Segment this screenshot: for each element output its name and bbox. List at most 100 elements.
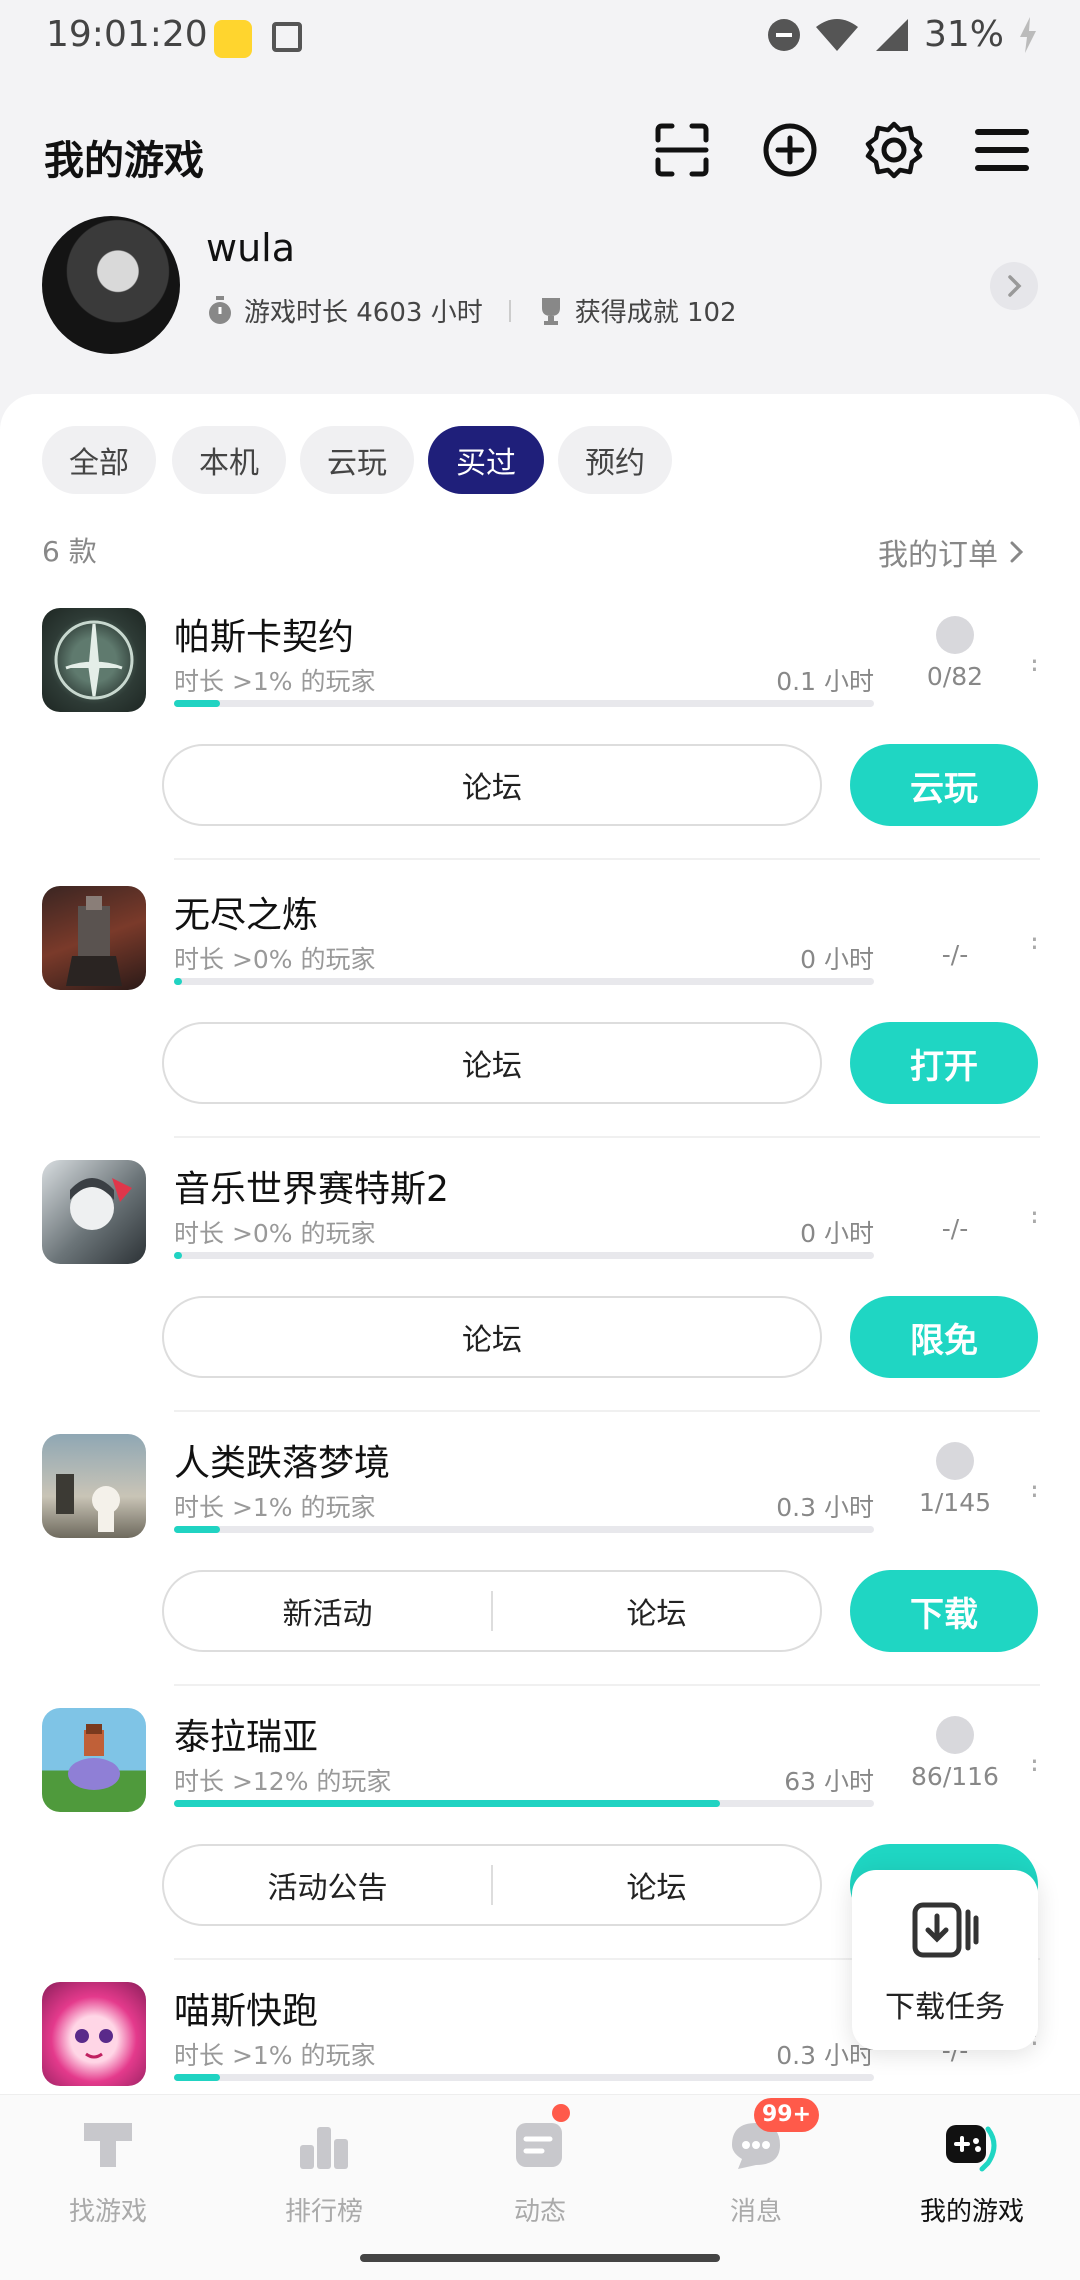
rankings-icon xyxy=(300,2127,348,2169)
menu-icon[interactable] xyxy=(972,120,1032,180)
playtime-progress-fill xyxy=(174,1526,220,1533)
profile-stats: 游戏时长 4603 小时 获得成就 102 xyxy=(206,292,737,329)
game-count: 6 款 xyxy=(42,535,97,568)
game-hours: 0 小时 xyxy=(800,945,874,974)
game-hours: 63 小时 xyxy=(784,1767,874,1796)
game-icon[interactable] xyxy=(42,1708,146,1812)
download-task-icon xyxy=(912,1902,979,1958)
more-options-icon[interactable]: ·· xyxy=(1030,926,1039,962)
free-claim-button[interactable]: 限免 xyxy=(850,1296,1038,1378)
nav-label: 排行榜 xyxy=(284,2197,363,2227)
filter-chip-all[interactable]: 全部 xyxy=(42,426,156,494)
app-notification-icon xyxy=(214,20,252,58)
game-links: 论坛 xyxy=(162,744,822,826)
terraria-art-icon xyxy=(68,1724,120,1790)
event-announcement-link[interactable]: 活动公告 xyxy=(164,1863,491,1907)
playtime-progress-fill xyxy=(174,2074,220,2081)
cloud-play-button[interactable]: 云玩 xyxy=(850,744,1038,826)
game-hours: 0 小时 xyxy=(800,1219,874,1248)
game-playtime-percentile: 时长 >1% 的玩家 xyxy=(174,1493,376,1522)
playtime-progress-bar xyxy=(174,2074,874,2081)
nav-label: 消息 xyxy=(729,2197,782,2227)
playtime-progress-bar xyxy=(174,700,874,707)
charging-icon xyxy=(1020,16,1036,53)
game-playtime-percentile: 时长 >1% 的玩家 xyxy=(174,2041,376,2070)
more-options-icon[interactable]: ·· xyxy=(1030,1200,1039,1236)
game-row[interactable]: 无尽之炼 时长 >0% 的玩家 0 小时 -/- · · 论坛 打开 xyxy=(0,868,1080,1142)
game-row[interactable]: 帕斯卡契约 时长 >1% 的玩家 0.1 小时 0/82 · · 论坛 云玩 xyxy=(0,590,1080,864)
avatar[interactable] xyxy=(42,216,180,354)
forum-link[interactable]: 论坛 xyxy=(493,1589,820,1633)
playtime-progress-bar xyxy=(174,978,874,985)
download-task-button[interactable]: 下载任务 xyxy=(852,1870,1038,2050)
signal-icon xyxy=(875,18,908,51)
profile-arrow-button[interactable] xyxy=(990,262,1038,310)
download-button[interactable]: 下载 xyxy=(850,1570,1038,1652)
open-button[interactable]: 打开 xyxy=(850,1022,1038,1104)
game-row[interactable]: 音乐世界赛特斯2 时长 >0% 的玩家 0 小时 -/- · · 论坛 限免 xyxy=(0,1142,1080,1416)
forum-link[interactable]: 论坛 xyxy=(164,763,820,807)
achievement-trophy-icon xyxy=(936,1442,974,1480)
filter-chip-reserved[interactable]: 预约 xyxy=(558,426,672,494)
status-time: 19:01:20 xyxy=(46,14,208,55)
row-divider xyxy=(174,1410,1040,1412)
game-hours: 0.3 小时 xyxy=(776,1493,874,1522)
find-games-icon xyxy=(84,2123,132,2167)
stats-divider xyxy=(508,299,511,322)
nav-rankings[interactable]: 排行榜 xyxy=(216,2115,432,2228)
playtime-progress-fill xyxy=(174,978,182,985)
game-playtime-percentile: 时长 >0% 的玩家 xyxy=(174,945,376,974)
game-hours: 0.3 小时 xyxy=(776,2041,874,2070)
more-options-icon[interactable]: ·· xyxy=(1030,648,1039,684)
game-icon[interactable] xyxy=(42,1160,146,1264)
more-options-icon[interactable]: ·· xyxy=(1030,1474,1039,1510)
forum-link[interactable]: 论坛 xyxy=(493,1863,820,1907)
game-icon[interactable] xyxy=(42,1434,146,1538)
settings-gear-icon[interactable] xyxy=(864,120,924,180)
wifi-icon xyxy=(815,18,858,51)
anime-character-icon xyxy=(70,1178,132,1230)
game-name: 无尽之炼 xyxy=(174,895,319,936)
forum-link[interactable]: 论坛 xyxy=(164,1315,820,1359)
achievement-trophy-icon xyxy=(936,616,974,654)
game-icon[interactable] xyxy=(42,886,146,990)
playtime-progress-fill xyxy=(174,1252,182,1259)
chevron-right-icon xyxy=(1010,541,1024,563)
pascal-logo-icon xyxy=(54,620,134,700)
game-links: 论坛 xyxy=(162,1296,822,1378)
warrior-art-icon xyxy=(66,896,122,986)
game-hours: 0.1 小时 xyxy=(776,667,874,696)
filter-chip-local[interactable]: 本机 xyxy=(172,426,286,494)
nav-feed[interactable]: 动态 xyxy=(432,2115,648,2228)
nav-messages[interactable]: 消息 xyxy=(648,2115,864,2228)
game-achievements: -/- xyxy=(941,940,969,969)
nav-my-games[interactable]: 我的游戏 xyxy=(864,2115,1080,2228)
new-event-link[interactable]: 新活动 xyxy=(164,1589,491,1633)
status-bar: 19:01:20 31% xyxy=(0,0,1080,80)
game-icon[interactable] xyxy=(42,608,146,712)
playtime-progress-bar xyxy=(174,1252,874,1259)
scan-icon[interactable] xyxy=(652,120,712,180)
achievement-trophy-icon xyxy=(936,1716,974,1754)
home-indicator[interactable] xyxy=(360,2254,720,2262)
playtime-progress-fill xyxy=(174,1800,720,1807)
game-achievements: 1/145 xyxy=(918,1488,992,1517)
nav-label: 我的游戏 xyxy=(919,2197,1024,2227)
game-achievements: 0/82 xyxy=(926,662,984,691)
game-playtime-percentile: 时长 >0% 的玩家 xyxy=(174,1219,376,1248)
forum-link[interactable]: 论坛 xyxy=(164,1041,820,1085)
game-icon[interactable] xyxy=(42,1982,146,2086)
do-not-disturb-icon xyxy=(767,18,800,51)
add-icon[interactable] xyxy=(760,120,820,180)
more-options-icon[interactable]: ·· xyxy=(1030,1748,1039,1784)
my-orders-link[interactable]: 我的订单 xyxy=(878,530,1028,574)
filter-chip-cloud[interactable]: 云玩 xyxy=(300,426,414,494)
game-name: 喵斯快跑 xyxy=(174,1991,319,2032)
nav-find-games[interactable]: 找游戏 xyxy=(0,2115,216,2228)
messages-badge: 99+ xyxy=(754,2098,820,2132)
row-divider xyxy=(174,1136,1040,1138)
filter-chip-purchased[interactable]: 买过 xyxy=(428,426,544,494)
status-right: 31% xyxy=(767,14,1038,55)
game-playtime-percentile: 时长 >12% 的玩家 xyxy=(174,1767,392,1796)
game-row[interactable]: 人类跌落梦境 时长 >1% 的玩家 0.3 小时 1/145 · · 新活动 论坛… xyxy=(0,1416,1080,1690)
